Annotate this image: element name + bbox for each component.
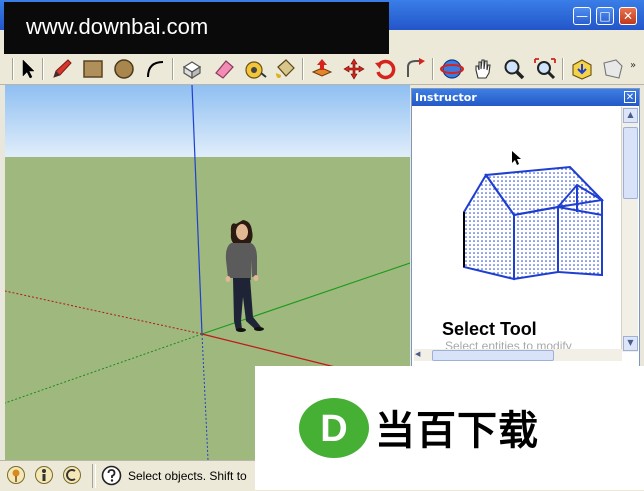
cursor-arrow-icon — [512, 151, 521, 165]
move-icon[interactable] — [342, 57, 366, 81]
pencil-icon[interactable] — [50, 57, 74, 81]
instructor-horizontal-scrollbar[interactable]: ◀ — [414, 349, 622, 361]
status-message: Select objects. Shift to — [128, 469, 247, 483]
toolbar-overflow-icon[interactable]: » — [630, 60, 636, 71]
toolbar-separator — [562, 58, 564, 80]
toolbar-separator — [172, 58, 174, 80]
orbit-icon[interactable] — [440, 57, 464, 81]
help-icon[interactable] — [101, 465, 122, 486]
instructor-panel: Instructor ✕ Select Tool Select entities… — [411, 88, 640, 388]
instructor-heading: Select Tool — [442, 319, 537, 339]
get-models-icon[interactable] — [570, 57, 594, 81]
instructor-vertical-scrollbar[interactable]: ▲ ▼ — [621, 107, 638, 352]
instructor-illustration — [463, 151, 605, 281]
arc-icon[interactable] — [143, 57, 167, 81]
geo-location-icon[interactable] — [6, 465, 26, 485]
toolbar-separator — [432, 58, 434, 80]
paint-bucket-icon[interactable] — [273, 57, 297, 81]
sky — [5, 85, 410, 157]
instructor-title-bar: Instructor ✕ — [412, 89, 639, 106]
close-button[interactable]: ✕ — [619, 7, 637, 25]
toolbar-separator — [42, 58, 44, 80]
zoom-extents-icon[interactable] — [533, 57, 557, 81]
instructor-title: Instructor — [415, 91, 477, 104]
toolbar-separator — [12, 58, 14, 80]
scroll-up-arrow-icon[interactable]: ▲ — [623, 108, 638, 123]
credits-icon[interactable] — [34, 465, 54, 485]
share-model-icon[interactable] — [601, 57, 625, 81]
rectangle-icon[interactable] — [81, 57, 105, 81]
zoom-icon[interactable] — [502, 57, 526, 81]
scroll-left-arrow-icon[interactable]: ◀ — [415, 349, 427, 360]
make-component-icon[interactable] — [180, 57, 204, 81]
instructor-close-button[interactable]: ✕ — [624, 91, 636, 103]
select-arrow-icon[interactable] — [16, 57, 40, 81]
scroll-thumb[interactable] — [623, 127, 638, 199]
watermark-banner: www.downbai.com — [4, 2, 389, 56]
status-separator — [92, 464, 96, 488]
tape-measure-icon[interactable] — [243, 57, 267, 81]
logo-letter: D — [320, 408, 347, 450]
rotate-icon[interactable] — [373, 57, 397, 81]
horizontal-scroll-thumb[interactable] — [432, 350, 554, 361]
scroll-down-arrow-icon[interactable]: ▼ — [623, 336, 638, 351]
circle-icon[interactable] — [112, 57, 136, 81]
minimize-button[interactable]: — — [573, 7, 591, 25]
push-pull-icon[interactable] — [310, 57, 334, 81]
follow-me-icon[interactable] — [404, 57, 428, 81]
account-icon[interactable] — [62, 465, 82, 485]
eraser-icon[interactable] — [212, 57, 236, 81]
maximize-button[interactable]: □ — [596, 7, 614, 25]
house-model-illustration — [463, 165, 605, 281]
logo-text: 当百下载 — [375, 408, 539, 454]
downbai-logo-icon: D — [299, 398, 369, 458]
toolbar-separator — [302, 58, 304, 80]
pan-hand-icon[interactable] — [471, 57, 495, 81]
watermark-text: www.downbai.com — [26, 14, 209, 39]
main-toolbar: » — [0, 54, 644, 85]
